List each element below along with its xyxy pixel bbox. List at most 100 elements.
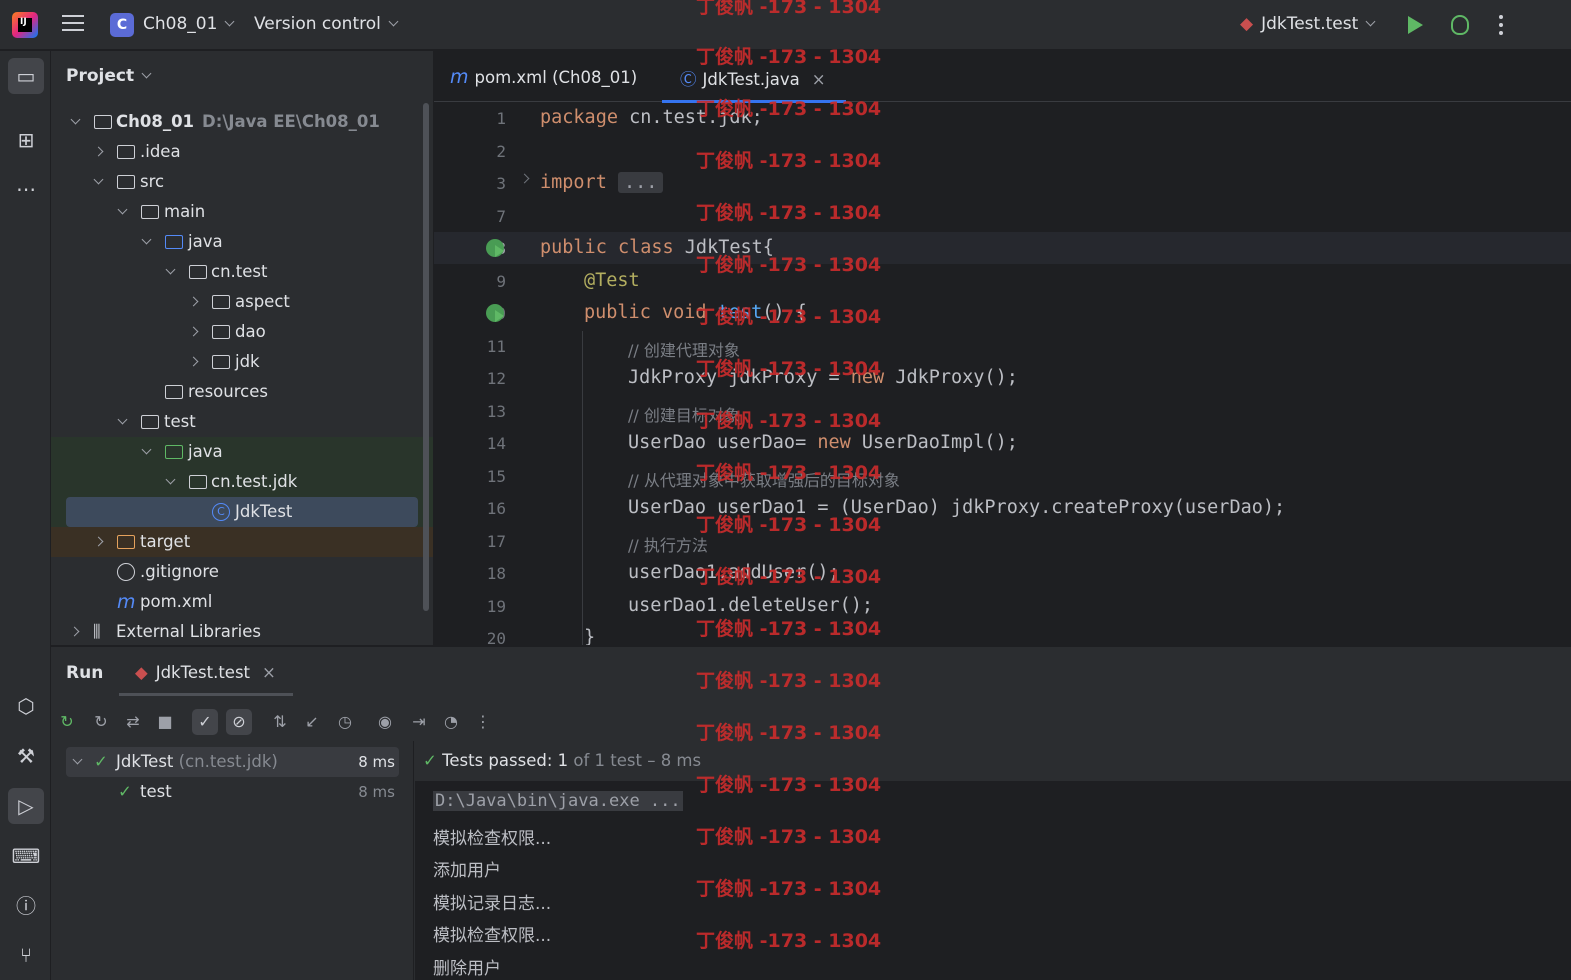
project-tool-icon[interactable]: ▭ [8, 58, 44, 94]
watermark-text: 丁俊帆 -173 - 1304 [696, 202, 882, 224]
console-line: 模拟检查权限... [433, 829, 552, 849]
tree-item-dao[interactable]: dao [51, 317, 433, 347]
project-switcher[interactable]: Ch08_01 [143, 14, 235, 34]
tree-item-resources[interactable]: resources [51, 377, 433, 407]
run-test-gutter-icon[interactable] [486, 304, 504, 322]
passed-check-icon: ✓ [118, 782, 132, 801]
chevron-down-icon [224, 16, 235, 27]
fold-icon[interactable] [519, 173, 530, 184]
watermark-text: 丁俊帆 -173 - 1304 [696, 46, 882, 68]
history-icon[interactable]: ◷ [332, 709, 358, 735]
tree-item-test[interactable]: test [51, 407, 433, 437]
chevron-down-icon[interactable] [72, 754, 83, 765]
chevron-right-icon[interactable] [69, 626, 80, 637]
run-tab[interactable]: ◆ JdkTest.test × [135, 663, 276, 682]
chevron-down-icon[interactable] [165, 264, 176, 275]
collapse-icon[interactable]: ↙ [299, 709, 325, 735]
chevron-right-icon[interactable] [188, 326, 199, 337]
chevron-right-icon[interactable] [188, 296, 199, 307]
project-panel: Project Ch08_01 D:\Java EE\Ch08_01 .idea … [51, 51, 433, 645]
tree-item-idea[interactable]: .idea [51, 137, 433, 167]
tree-item-external-libraries[interactable]: ⫼ External Libraries [51, 617, 433, 645]
chevron-right-icon[interactable] [93, 536, 104, 547]
line-number: 17 [486, 532, 506, 551]
run-test-gutter-icon[interactable] [486, 239, 504, 257]
chevron-down-icon[interactable] [141, 444, 152, 455]
sort-icon[interactable]: ⇅ [267, 709, 293, 735]
screenshot-icon[interactable]: ◉ [372, 709, 398, 735]
tree-item-cn-test-jdk[interactable]: cn.test.jdk [51, 467, 433, 497]
tree-item-ch08-01[interactable]: Ch08_01 D:\Java EE\Ch08_01 [51, 107, 433, 137]
export-icon[interactable]: ⇥ [406, 709, 432, 735]
tree-item-gitignore[interactable]: .gitignore [51, 557, 433, 587]
tree-item-test-java[interactable]: java [51, 437, 433, 467]
show-ignored-icon[interactable]: ⊘ [226, 709, 252, 735]
tree-item-jdk[interactable]: jdk [51, 347, 433, 377]
tree-item-target[interactable]: target [51, 527, 433, 557]
more-options-icon[interactable]: ⋮ [470, 709, 496, 735]
terminal-tool-icon[interactable]: ⌨ [8, 838, 44, 874]
project-panel-title[interactable]: Project [66, 66, 152, 86]
tab-jdktest-java[interactable]: Ⓒ JdkTest.java × [662, 66, 846, 103]
git-tool-icon[interactable]: ⑂ [8, 937, 44, 973]
close-icon[interactable]: × [262, 663, 276, 682]
services-tool-icon[interactable]: ⬡ [8, 688, 44, 724]
chevron-down-icon[interactable] [165, 474, 176, 485]
intellij-logo-icon[interactable]: IJ [12, 12, 38, 38]
passed-check-icon: ✓ [423, 751, 437, 770]
folder-icon [141, 205, 159, 219]
tree-item-jdktest[interactable]: C JdkTest [51, 497, 433, 527]
chevron-down-icon[interactable] [117, 414, 128, 425]
line-number: 1 [496, 109, 506, 128]
watermark-text: 丁俊帆 -173 - 1304 [696, 774, 882, 796]
build-tool-icon[interactable]: ⚒ [8, 738, 44, 774]
code-line: userDao1.deleteUser(); [628, 595, 874, 616]
tab-pom-xml[interactable]: m pom.xml (Ch08_01) [450, 66, 637, 88]
module-folder-icon [94, 115, 112, 129]
test-case-row[interactable]: ✓ test 8 ms [66, 777, 399, 807]
project-badge[interactable]: C [110, 13, 134, 37]
source-folder-icon [165, 235, 183, 249]
run-tool-icon[interactable]: ▷ [8, 788, 44, 824]
stop-icon[interactable]: ■ [152, 709, 178, 735]
more-tools-icon[interactable]: ⋯ [8, 171, 44, 207]
chevron-down-icon[interactable] [70, 114, 81, 125]
tree-item-main-java[interactable]: java [51, 227, 433, 257]
run-button[interactable] [1408, 16, 1423, 34]
project-scrollbar[interactable] [423, 103, 429, 611]
run-config-selector[interactable]: ◆ JdkTest.test [1240, 14, 1376, 34]
coverage-icon[interactable]: ◔ [438, 709, 464, 735]
watermark-text: 丁俊帆 -173 - 1304 [696, 0, 882, 18]
folded-imports[interactable]: ... [617, 172, 664, 193]
line-number: 2 [496, 142, 506, 161]
rerun-failed-icon[interactable]: ↻ [88, 709, 114, 735]
chevron-right-icon[interactable] [188, 356, 199, 367]
package-icon [189, 475, 207, 489]
debug-button[interactable] [1451, 15, 1469, 35]
tree-item-cn-test[interactable]: cn.test [51, 257, 433, 287]
tree-item-aspect[interactable]: aspect [51, 287, 433, 317]
chevron-right-icon[interactable] [93, 146, 104, 157]
chevron-down-icon[interactable] [141, 234, 152, 245]
console-line: 添加用户 [433, 861, 501, 881]
code-line: @Test [584, 270, 640, 291]
tree-item-src[interactable]: src [51, 167, 433, 197]
structure-tool-icon[interactable]: ⊞ [8, 122, 44, 158]
close-icon[interactable]: × [812, 70, 826, 89]
line-number: 16 [486, 499, 506, 518]
rerun-icon[interactable]: ↻ [54, 709, 80, 735]
line-number: 11 [486, 337, 506, 356]
more-options-icon[interactable] [1499, 15, 1503, 39]
tree-item-pom[interactable]: m pom.xml [51, 587, 433, 617]
toggle-auto-test-icon[interactable]: ⇄ [120, 709, 146, 735]
watermark-text: 丁俊帆 -173 - 1304 [696, 514, 882, 536]
chevron-down-icon[interactable] [117, 204, 128, 215]
version-control-menu[interactable]: Version control [254, 14, 399, 34]
test-suite-row[interactable]: ✓ JdkTest (cn.test.jdk) 8 ms [66, 747, 399, 777]
code-editor[interactable]: m pom.xml (Ch08_01) Ⓒ JdkTest.java × 1 2 3 … [434, 51, 1571, 645]
problems-tool-icon[interactable]: ⓘ [8, 888, 44, 924]
show-passed-icon[interactable]: ✓ [192, 709, 218, 735]
tree-item-main[interactable]: main [51, 197, 433, 227]
main-menu-icon[interactable] [62, 15, 84, 35]
chevron-down-icon[interactable] [93, 174, 104, 185]
